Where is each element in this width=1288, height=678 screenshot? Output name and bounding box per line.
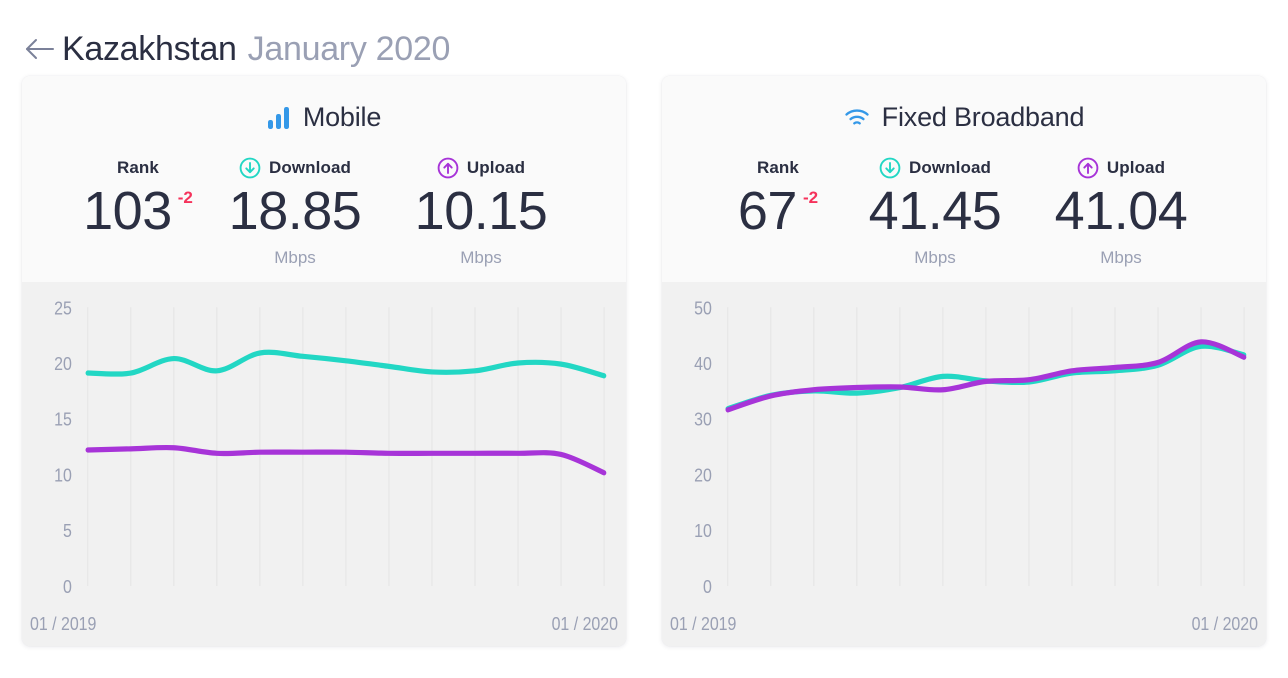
svg-text:5: 5	[63, 520, 72, 541]
svg-text:50: 50	[694, 298, 712, 319]
svg-text:0: 0	[703, 575, 712, 596]
download-circle-icon	[239, 157, 261, 179]
signal-bars-icon	[267, 106, 291, 130]
page-title: Kazakhstan	[62, 30, 237, 68]
stat-fixed-broadband-upload-label: Upload	[1106, 158, 1166, 177]
card-mobile-stats: Rank 103 -2 Download 18.85 Mbps Upload 1…	[22, 155, 626, 268]
card-fixed-broadband-title: Fixed Broadband	[662, 102, 1266, 133]
svg-text:20: 20	[694, 464, 712, 485]
stat-mobile-upload: Upload 10.15 Mbps	[388, 155, 574, 268]
stat-mobile-upload-value: 10.15	[414, 181, 548, 241]
card-mobile-title: Mobile	[22, 102, 626, 133]
card-fixed-broadband-stats: Rank 67 -2 Download 41.45 Mbps Upload 41…	[662, 155, 1266, 268]
stat-fixed-broadband-download: Download 41.45 Mbps	[842, 155, 1028, 268]
card-mobile-summary: Mobile Rank 103 -2 Download 18.85 Mbps U…	[22, 76, 626, 282]
stat-mobile-rank: Rank 103 -2	[74, 155, 202, 268]
stat-fixed-broadband-upload-unit: Mbps	[1100, 247, 1142, 267]
chart-mobile-svg: 0 5 10 15 20 25 01 / 2019 01 / 2020	[30, 298, 618, 634]
svg-text:01 / 2020: 01 / 2020	[552, 613, 618, 634]
card-mobile: Mobile Rank 103 -2 Download 18.85 Mbps U…	[22, 76, 626, 646]
svg-text:40: 40	[694, 353, 712, 374]
svg-text:10: 10	[54, 464, 72, 485]
svg-text:15: 15	[54, 408, 72, 429]
svg-text:01 / 2019: 01 / 2019	[670, 613, 736, 634]
stat-fixed-broadband-rank-label: Rank	[757, 158, 799, 177]
stat-mobile-rank-delta: -2	[177, 188, 193, 207]
upload-circle-icon	[437, 157, 459, 179]
stat-fixed-broadband-download-unit: Mbps	[914, 247, 956, 267]
svg-text:30: 30	[694, 408, 712, 429]
stat-fixed-broadband-rank-delta: -2	[802, 188, 819, 207]
upload-circle-icon	[1077, 157, 1099, 179]
stat-mobile-upload-label: Upload	[466, 158, 526, 177]
page-header: Kazakhstan January 2020	[0, 0, 1288, 76]
stat-fixed-broadband-download-label: Download	[908, 158, 991, 177]
svg-text:25: 25	[54, 298, 72, 319]
stat-fixed-broadband-rank: Rank 67 -2	[714, 155, 842, 268]
stat-mobile-download-value: 18.85	[228, 181, 362, 241]
svg-text:0: 0	[63, 575, 72, 596]
stat-mobile-download-unit: Mbps	[274, 247, 316, 267]
chart-fixed-broadband-svg: 0 10 20 30 40 50 01 / 2019 01 / 2020	[670, 298, 1258, 634]
svg-text:10: 10	[694, 520, 712, 541]
svg-text:20: 20	[54, 353, 72, 374]
stat-fixed-broadband-rank-value: 67	[737, 181, 798, 241]
stat-mobile-rank-value: 103	[83, 181, 172, 241]
svg-text:01 / 2020: 01 / 2020	[1192, 613, 1258, 634]
stat-mobile-download-label: Download	[268, 158, 351, 177]
page-period: January 2020	[247, 30, 451, 68]
svg-text:01 / 2019: 01 / 2019	[30, 613, 96, 634]
card-fixed-broadband-title-text: Fixed Broadband	[881, 102, 1085, 132]
card-fixed-broadband: Fixed Broadband Rank 67 -2 Download 41.4…	[662, 76, 1266, 646]
stat-fixed-broadband-download-value: 41.45	[868, 181, 1002, 241]
stat-fixed-broadband-upload: Upload 41.04 Mbps	[1028, 155, 1214, 268]
chart-mobile: 0 5 10 15 20 25 01 / 2019 01 / 2020	[22, 281, 626, 646]
card-mobile-title-text: Mobile	[302, 102, 382, 132]
wifi-icon	[844, 107, 870, 129]
stat-mobile-rank-label: Rank	[117, 158, 159, 177]
stat-fixed-broadband-upload-value: 41.04	[1054, 181, 1188, 241]
download-circle-icon	[879, 157, 901, 179]
back-arrow-icon[interactable]	[22, 32, 56, 66]
stat-mobile-download: Download 18.85 Mbps	[202, 155, 388, 268]
chart-fixed-broadband: 0 10 20 30 40 50 01 / 2019 01 / 2020	[662, 281, 1266, 646]
cards-container: Mobile Rank 103 -2 Download 18.85 Mbps U…	[0, 76, 1288, 646]
stat-mobile-upload-unit: Mbps	[460, 247, 502, 267]
card-fixed-broadband-summary: Fixed Broadband Rank 67 -2 Download 41.4…	[662, 76, 1266, 282]
